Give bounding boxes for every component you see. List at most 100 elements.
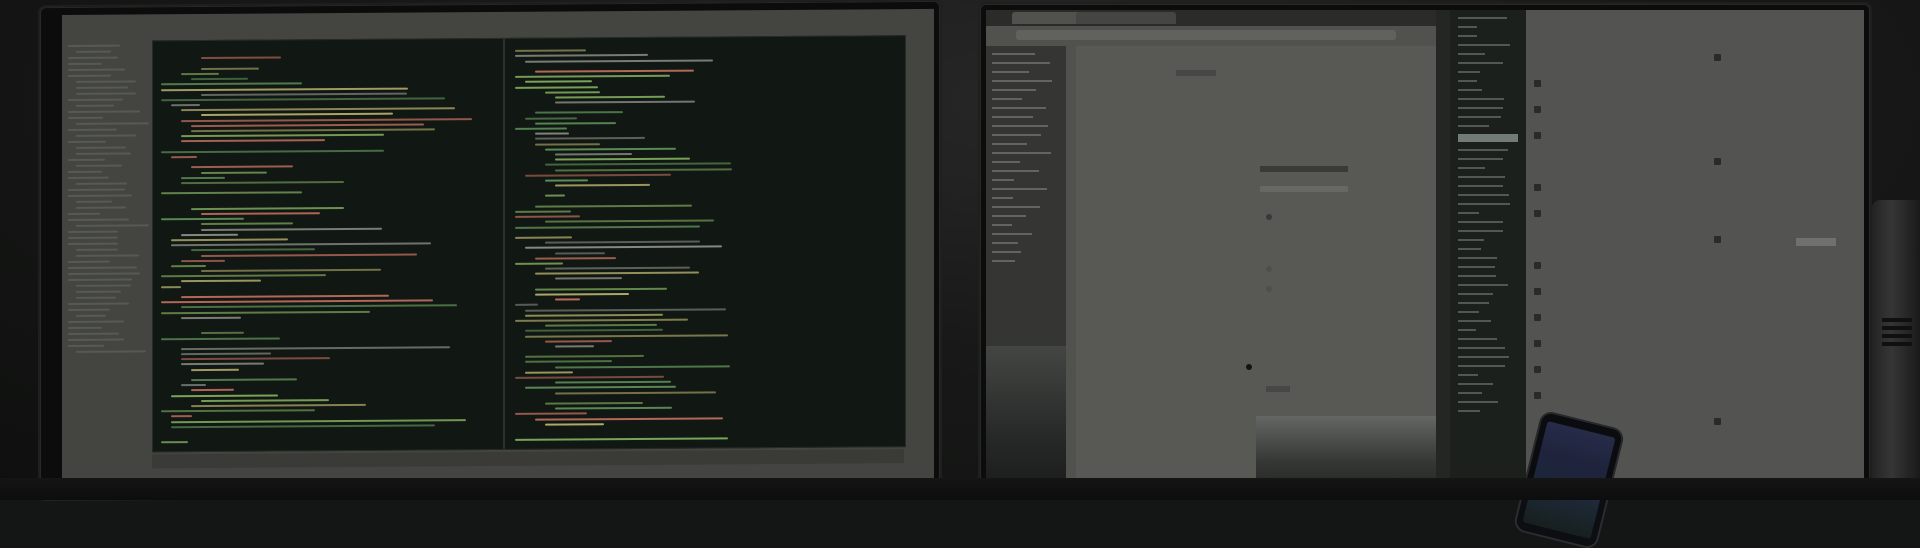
code-line: [545, 339, 612, 343]
file-tree-line: [76, 206, 127, 209]
code-line: [515, 49, 586, 53]
code-line: [161, 285, 182, 288]
file-tree-line: [68, 158, 105, 161]
file-tree-line: [76, 284, 131, 287]
side-list-line: [992, 134, 1041, 136]
code-line: [181, 363, 264, 366]
code-line: [161, 299, 434, 304]
code-line: [525, 307, 726, 312]
side-list-line: [992, 242, 1019, 244]
speaker-grille: [1882, 318, 1912, 322]
sidebar-line: [1458, 320, 1492, 322]
code-line: [555, 364, 730, 369]
code-line: [181, 233, 238, 236]
code-line: [181, 139, 326, 143]
code-line: [535, 142, 600, 146]
code-line: [545, 90, 601, 94]
sidebar-line: [1458, 257, 1497, 259]
code-line: [161, 336, 280, 340]
file-tree-line: [68, 338, 125, 341]
file-tree-line: [76, 80, 136, 83]
file-tree-line: [76, 350, 147, 353]
code-line: [545, 240, 701, 244]
sidebar-line: [1458, 98, 1504, 100]
file-tree-line: [68, 326, 103, 329]
file-tree-line: [68, 128, 117, 131]
file-tree-line: [68, 320, 125, 323]
note-icon: [1534, 184, 1541, 191]
code-line: [201, 227, 382, 231]
sidebar-line: [1458, 35, 1478, 37]
code-line: [555, 152, 632, 156]
code-line: [181, 259, 226, 262]
sidebar-line: [1458, 185, 1503, 187]
code-line: [515, 304, 539, 307]
desk-photo: [0, 0, 1920, 548]
code-line: [171, 415, 193, 418]
side-list-line: [992, 89, 1036, 91]
code-line: [201, 92, 408, 96]
file-tree-panel: [68, 40, 149, 461]
browser-tab-bar: [986, 10, 1436, 26]
side-list-line: [992, 125, 1049, 127]
file-tree-line: [76, 254, 140, 257]
browser-window: [986, 10, 1436, 496]
file-tree-line: [68, 260, 111, 263]
sidebar-line: [1458, 26, 1478, 28]
sidebar-line: [1458, 284, 1509, 286]
sidebar-line: [1458, 17, 1507, 19]
code-line: [191, 248, 315, 252]
code-line: [535, 271, 699, 275]
left-monitor: [40, 0, 940, 500]
app-sidebar: [1436, 10, 1526, 496]
sidebar-line: [1458, 167, 1486, 169]
file-tree-line: [76, 134, 137, 137]
code-line: [515, 74, 670, 78]
sidebar-line: [1458, 158, 1503, 160]
sidebar-line: [1458, 302, 1490, 304]
code-line: [161, 82, 303, 86]
note-icon: [1534, 366, 1541, 373]
code-line: [555, 390, 716, 395]
code-editor: [152, 35, 906, 453]
code-line: [181, 346, 451, 351]
sidebar-line: [1458, 134, 1518, 142]
sidebar-line: [1458, 125, 1489, 127]
sidebar-line: [1458, 248, 1482, 250]
browser-page: [1076, 46, 1436, 496]
code-line: [181, 352, 272, 356]
sidebar-line: [1458, 239, 1484, 241]
side-list-line: [992, 251, 1021, 253]
page-text-bar: [1266, 386, 1290, 392]
file-tree-line: [68, 56, 118, 59]
sidebar-line: [1458, 230, 1503, 232]
sidebar-line: [1458, 221, 1503, 223]
code-line: [181, 180, 344, 185]
code-line: [555, 95, 665, 99]
note-icon: [1714, 54, 1721, 61]
file-tree-line: [76, 152, 131, 155]
file-tree-line: [68, 302, 129, 305]
sidebar-line: [1458, 311, 1480, 313]
code-line: [535, 287, 668, 291]
note-icon: [1534, 340, 1541, 347]
code-line: [555, 298, 581, 301]
file-tree-line: [68, 44, 121, 47]
code-line: [515, 236, 573, 239]
code-line: [201, 171, 268, 174]
file-tree-line: [68, 74, 111, 77]
code-line: [535, 111, 624, 115]
file-tree-line: [68, 308, 110, 311]
code-line: [161, 87, 408, 91]
code-line: [201, 212, 321, 216]
code-line: [201, 268, 381, 273]
code-line: [171, 424, 435, 428]
file-tree-line: [76, 146, 127, 149]
sidebar-line: [1458, 383, 1493, 385]
code-line: [161, 409, 316, 413]
file-tree-line: [76, 50, 112, 53]
side-list-line: [992, 197, 1013, 199]
code-line: [525, 245, 722, 250]
sidebar-line: [1458, 365, 1505, 367]
file-tree-line: [68, 110, 141, 113]
